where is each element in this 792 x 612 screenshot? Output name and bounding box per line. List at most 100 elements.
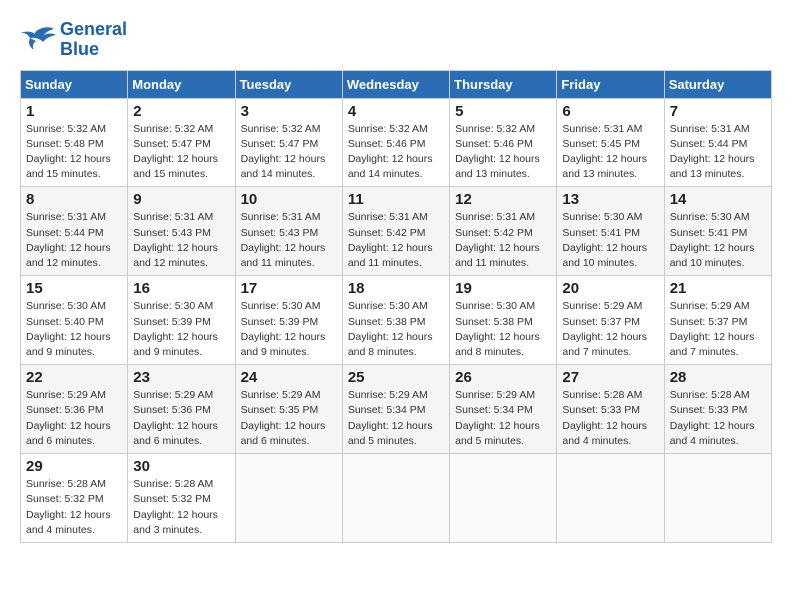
day-number: 27 <box>562 369 658 386</box>
day-info: Sunrise: 5:32 AMSunset: 5:46 PMDaylight:… <box>348 122 444 183</box>
calendar-cell: 9 Sunrise: 5:31 AMSunset: 5:43 PMDayligh… <box>128 187 235 276</box>
day-number: 24 <box>241 369 337 386</box>
weekday-header-tuesday: Tuesday <box>235 70 342 98</box>
calendar-cell: 16 Sunrise: 5:30 AMSunset: 5:39 PMDaylig… <box>128 276 235 365</box>
calendar-cell <box>342 454 449 543</box>
day-info: Sunrise: 5:31 AMSunset: 5:43 PMDaylight:… <box>133 210 229 271</box>
day-info: Sunrise: 5:30 AMSunset: 5:41 PMDaylight:… <box>670 210 766 271</box>
calendar-cell: 3 Sunrise: 5:32 AMSunset: 5:47 PMDayligh… <box>235 98 342 187</box>
day-info: Sunrise: 5:32 AMSunset: 5:47 PMDaylight:… <box>133 122 229 183</box>
day-info: Sunrise: 5:30 AMSunset: 5:38 PMDaylight:… <box>348 299 444 360</box>
weekday-header-row: SundayMondayTuesdayWednesdayThursdayFrid… <box>21 70 772 98</box>
day-number: 4 <box>348 103 444 120</box>
day-info: Sunrise: 5:30 AMSunset: 5:39 PMDaylight:… <box>133 299 229 360</box>
day-number: 29 <box>26 458 122 475</box>
logo-text: GeneralBlue <box>60 20 127 60</box>
calendar-cell: 26 Sunrise: 5:29 AMSunset: 5:34 PMDaylig… <box>450 365 557 454</box>
day-number: 10 <box>241 191 337 208</box>
calendar-cell <box>664 454 771 543</box>
calendar-cell: 19 Sunrise: 5:30 AMSunset: 5:38 PMDaylig… <box>450 276 557 365</box>
day-number: 26 <box>455 369 551 386</box>
day-number: 15 <box>26 280 122 297</box>
day-info: Sunrise: 5:32 AMSunset: 5:46 PMDaylight:… <box>455 122 551 183</box>
calendar-cell: 1 Sunrise: 5:32 AMSunset: 5:48 PMDayligh… <box>21 98 128 187</box>
calendar-cell: 30 Sunrise: 5:28 AMSunset: 5:32 PMDaylig… <box>128 454 235 543</box>
weekday-header-sunday: Sunday <box>21 70 128 98</box>
day-number: 25 <box>348 369 444 386</box>
day-info: Sunrise: 5:31 AMSunset: 5:45 PMDaylight:… <box>562 122 658 183</box>
day-info: Sunrise: 5:30 AMSunset: 5:41 PMDaylight:… <box>562 210 658 271</box>
day-number: 22 <box>26 369 122 386</box>
page-header: GeneralBlue <box>20 20 772 60</box>
day-info: Sunrise: 5:30 AMSunset: 5:39 PMDaylight:… <box>241 299 337 360</box>
day-number: 23 <box>133 369 229 386</box>
day-number: 16 <box>133 280 229 297</box>
day-number: 1 <box>26 103 122 120</box>
calendar-cell: 8 Sunrise: 5:31 AMSunset: 5:44 PMDayligh… <box>21 187 128 276</box>
day-info: Sunrise: 5:32 AMSunset: 5:47 PMDaylight:… <box>241 122 337 183</box>
day-number: 2 <box>133 103 229 120</box>
calendar-week-1: 1 Sunrise: 5:32 AMSunset: 5:48 PMDayligh… <box>21 98 772 187</box>
day-number: 3 <box>241 103 337 120</box>
day-info: Sunrise: 5:32 AMSunset: 5:48 PMDaylight:… <box>26 122 122 183</box>
calendar-cell: 13 Sunrise: 5:30 AMSunset: 5:41 PMDaylig… <box>557 187 664 276</box>
calendar-cell: 2 Sunrise: 5:32 AMSunset: 5:47 PMDayligh… <box>128 98 235 187</box>
calendar-cell: 23 Sunrise: 5:29 AMSunset: 5:36 PMDaylig… <box>128 365 235 454</box>
calendar-table: SundayMondayTuesdayWednesdayThursdayFrid… <box>20 70 772 543</box>
day-info: Sunrise: 5:31 AMSunset: 5:42 PMDaylight:… <box>455 210 551 271</box>
weekday-header-thursday: Thursday <box>450 70 557 98</box>
day-info: Sunrise: 5:28 AMSunset: 5:32 PMDaylight:… <box>133 477 229 538</box>
calendar-cell <box>450 454 557 543</box>
day-number: 14 <box>670 191 766 208</box>
day-number: 7 <box>670 103 766 120</box>
day-info: Sunrise: 5:28 AMSunset: 5:32 PMDaylight:… <box>26 477 122 538</box>
day-info: Sunrise: 5:29 AMSunset: 5:37 PMDaylight:… <box>670 299 766 360</box>
calendar-cell: 15 Sunrise: 5:30 AMSunset: 5:40 PMDaylig… <box>21 276 128 365</box>
day-number: 8 <box>26 191 122 208</box>
day-number: 5 <box>455 103 551 120</box>
calendar-week-5: 29 Sunrise: 5:28 AMSunset: 5:32 PMDaylig… <box>21 454 772 543</box>
calendar-cell: 27 Sunrise: 5:28 AMSunset: 5:33 PMDaylig… <box>557 365 664 454</box>
calendar-week-2: 8 Sunrise: 5:31 AMSunset: 5:44 PMDayligh… <box>21 187 772 276</box>
calendar-body: 1 Sunrise: 5:32 AMSunset: 5:48 PMDayligh… <box>21 98 772 542</box>
day-info: Sunrise: 5:28 AMSunset: 5:33 PMDaylight:… <box>670 388 766 449</box>
day-number: 6 <box>562 103 658 120</box>
calendar-cell: 20 Sunrise: 5:29 AMSunset: 5:37 PMDaylig… <box>557 276 664 365</box>
day-info: Sunrise: 5:31 AMSunset: 5:44 PMDaylight:… <box>26 210 122 271</box>
weekday-header-wednesday: Wednesday <box>342 70 449 98</box>
day-number: 18 <box>348 280 444 297</box>
calendar-cell <box>557 454 664 543</box>
weekday-header-monday: Monday <box>128 70 235 98</box>
calendar-cell: 6 Sunrise: 5:31 AMSunset: 5:45 PMDayligh… <box>557 98 664 187</box>
day-info: Sunrise: 5:30 AMSunset: 5:38 PMDaylight:… <box>455 299 551 360</box>
day-number: 11 <box>348 191 444 208</box>
day-info: Sunrise: 5:29 AMSunset: 5:36 PMDaylight:… <box>133 388 229 449</box>
calendar-cell: 17 Sunrise: 5:30 AMSunset: 5:39 PMDaylig… <box>235 276 342 365</box>
day-info: Sunrise: 5:29 AMSunset: 5:35 PMDaylight:… <box>241 388 337 449</box>
day-number: 12 <box>455 191 551 208</box>
calendar-cell: 25 Sunrise: 5:29 AMSunset: 5:34 PMDaylig… <box>342 365 449 454</box>
calendar-cell: 24 Sunrise: 5:29 AMSunset: 5:35 PMDaylig… <box>235 365 342 454</box>
calendar-cell: 18 Sunrise: 5:30 AMSunset: 5:38 PMDaylig… <box>342 276 449 365</box>
calendar-cell: 4 Sunrise: 5:32 AMSunset: 5:46 PMDayligh… <box>342 98 449 187</box>
day-number: 20 <box>562 280 658 297</box>
calendar-cell: 21 Sunrise: 5:29 AMSunset: 5:37 PMDaylig… <box>664 276 771 365</box>
day-number: 19 <box>455 280 551 297</box>
day-info: Sunrise: 5:31 AMSunset: 5:43 PMDaylight:… <box>241 210 337 271</box>
day-number: 13 <box>562 191 658 208</box>
calendar-cell: 10 Sunrise: 5:31 AMSunset: 5:43 PMDaylig… <box>235 187 342 276</box>
day-number: 30 <box>133 458 229 475</box>
day-number: 9 <box>133 191 229 208</box>
calendar-cell: 14 Sunrise: 5:30 AMSunset: 5:41 PMDaylig… <box>664 187 771 276</box>
calendar-cell: 22 Sunrise: 5:29 AMSunset: 5:36 PMDaylig… <box>21 365 128 454</box>
calendar-cell: 28 Sunrise: 5:28 AMSunset: 5:33 PMDaylig… <box>664 365 771 454</box>
weekday-header-friday: Friday <box>557 70 664 98</box>
calendar-cell: 12 Sunrise: 5:31 AMSunset: 5:42 PMDaylig… <box>450 187 557 276</box>
day-info: Sunrise: 5:30 AMSunset: 5:40 PMDaylight:… <box>26 299 122 360</box>
day-info: Sunrise: 5:31 AMSunset: 5:44 PMDaylight:… <box>670 122 766 183</box>
day-number: 17 <box>241 280 337 297</box>
day-info: Sunrise: 5:29 AMSunset: 5:36 PMDaylight:… <box>26 388 122 449</box>
calendar-cell: 7 Sunrise: 5:31 AMSunset: 5:44 PMDayligh… <box>664 98 771 187</box>
calendar-week-4: 22 Sunrise: 5:29 AMSunset: 5:36 PMDaylig… <box>21 365 772 454</box>
day-info: Sunrise: 5:31 AMSunset: 5:42 PMDaylight:… <box>348 210 444 271</box>
